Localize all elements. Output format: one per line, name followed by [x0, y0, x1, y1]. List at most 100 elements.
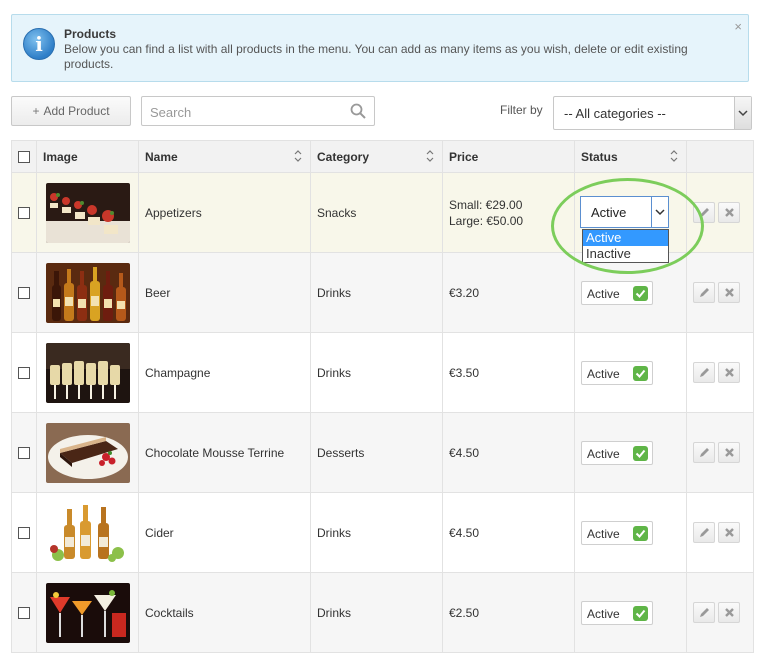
search-icon[interactable]: [350, 103, 366, 119]
status-cell: Active: [574, 252, 687, 333]
category-filter-select[interactable]: -- All categories --: [553, 96, 752, 130]
price-cell: €3.20: [442, 252, 575, 333]
image-cell: [36, 332, 139, 413]
header-price-label: Price: [449, 149, 479, 164]
beer-bottles-photo: [46, 262, 130, 323]
header-image-label: Image: [43, 149, 78, 164]
delete-button[interactable]: [718, 362, 740, 383]
header-status[interactable]: Status: [574, 140, 687, 173]
category-cell: Drinks: [310, 492, 443, 573]
category-cell: Drinks: [310, 332, 443, 413]
name-cell: Cider: [138, 492, 311, 573]
name-cell: Appetizers: [138, 172, 311, 253]
header-status-label: Status: [581, 149, 618, 164]
category-cell: Drinks: [310, 572, 443, 653]
status-label: Active: [587, 286, 620, 301]
header-name[interactable]: Name: [138, 140, 311, 173]
category-cell: Snacks: [310, 172, 443, 253]
image-cell: [36, 492, 139, 573]
price-large: Large: €50.00: [449, 213, 524, 228]
sort-icon[interactable]: [294, 150, 302, 162]
status-label: Active: [587, 606, 620, 621]
close-icon: [725, 448, 734, 457]
table-row: Champagne Drinks €3.50 Active: [11, 332, 754, 413]
price-cell: €4.50: [442, 492, 575, 573]
status-cell: Active: [574, 572, 687, 653]
row-checkbox[interactable]: [18, 367, 30, 380]
status-toggle[interactable]: Active: [581, 440, 653, 465]
price-cell: €3.50: [442, 332, 575, 413]
row-checkbox[interactable]: [18, 207, 30, 220]
delete-button[interactable]: [718, 282, 740, 303]
select-all-checkbox[interactable]: [18, 151, 30, 164]
search-input[interactable]: [148, 98, 342, 126]
chevron-down-icon: [651, 197, 668, 227]
close-icon[interactable]: ×: [734, 19, 742, 34]
row-checkbox-cell: [11, 412, 37, 493]
table-header-row: Image Name Category Price Status: [11, 140, 754, 173]
row-checkbox[interactable]: [18, 447, 30, 460]
status-select-value: Active: [591, 205, 627, 220]
edit-button[interactable]: [693, 202, 715, 223]
edit-button[interactable]: [693, 282, 715, 303]
row-checkbox-cell: [11, 572, 37, 653]
header-image: Image: [36, 140, 139, 173]
info-title: Products: [64, 27, 117, 41]
row-checkbox[interactable]: [18, 607, 30, 620]
name-cell: Beer: [138, 252, 311, 333]
appetizers-photo: [46, 182, 130, 243]
close-icon: [725, 368, 734, 377]
delete-button[interactable]: [718, 202, 740, 223]
pencil-icon: [700, 448, 709, 457]
price-cell: Small: €29.00 Large: €50.00: [442, 172, 575, 253]
status-label: Active: [587, 526, 620, 541]
status-toggle[interactable]: Active: [581, 360, 653, 385]
pencil-icon: [700, 368, 709, 377]
delete-button[interactable]: [718, 442, 740, 463]
header-actions: [686, 140, 754, 173]
add-product-label: Add Product: [43, 104, 110, 118]
checkmark-icon: [633, 365, 648, 381]
row-checkbox-cell: [11, 492, 37, 573]
status-label: Active: [587, 446, 620, 461]
edit-button[interactable]: [693, 602, 715, 623]
table-row: Cocktails Drinks €2.50 Active: [11, 572, 754, 653]
sort-icon[interactable]: [670, 150, 678, 162]
edit-button[interactable]: [693, 522, 715, 543]
chocolate-terrine-photo: [46, 422, 130, 483]
info-text: Below you can find a list with all produ…: [64, 42, 688, 71]
delete-button[interactable]: [718, 602, 740, 623]
row-checkbox[interactable]: [18, 287, 30, 300]
info-banner: i Products Below you can find a list wit…: [11, 14, 749, 82]
cider-bottles-photo: [46, 502, 130, 563]
row-checkbox[interactable]: [18, 527, 30, 540]
name-cell: Chocolate Mousse Terrine: [138, 412, 311, 493]
edit-button[interactable]: [693, 362, 715, 383]
header-price: Price: [442, 140, 575, 173]
checkmark-icon: [633, 285, 648, 301]
image-cell: [36, 572, 139, 653]
header-category[interactable]: Category: [310, 140, 443, 173]
row-checkbox-cell: [11, 332, 37, 413]
pencil-icon: [700, 288, 709, 297]
actions-cell: [686, 412, 754, 493]
champagne-glasses-photo: [46, 342, 130, 403]
price-cell: €2.50: [442, 572, 575, 653]
delete-button[interactable]: [718, 522, 740, 543]
status-toggle[interactable]: Active: [581, 600, 653, 625]
status-option-inactive[interactable]: Inactive: [583, 246, 668, 262]
status-select-open[interactable]: Active: [580, 196, 669, 228]
checkmark-icon: [633, 605, 648, 621]
name-cell: Cocktails: [138, 572, 311, 653]
add-product-button[interactable]: + Add Product: [11, 96, 131, 126]
edit-button[interactable]: [693, 442, 715, 463]
cocktails-photo: [46, 582, 130, 643]
status-toggle[interactable]: Active: [581, 520, 653, 545]
header-name-label: Name: [145, 149, 178, 164]
checkmark-icon: [633, 445, 648, 461]
status-options-list: Active Inactive: [582, 229, 669, 263]
sort-icon[interactable]: [426, 150, 434, 162]
status-option-active[interactable]: Active: [583, 230, 668, 246]
close-icon: [725, 528, 734, 537]
status-toggle[interactable]: Active: [581, 280, 653, 305]
